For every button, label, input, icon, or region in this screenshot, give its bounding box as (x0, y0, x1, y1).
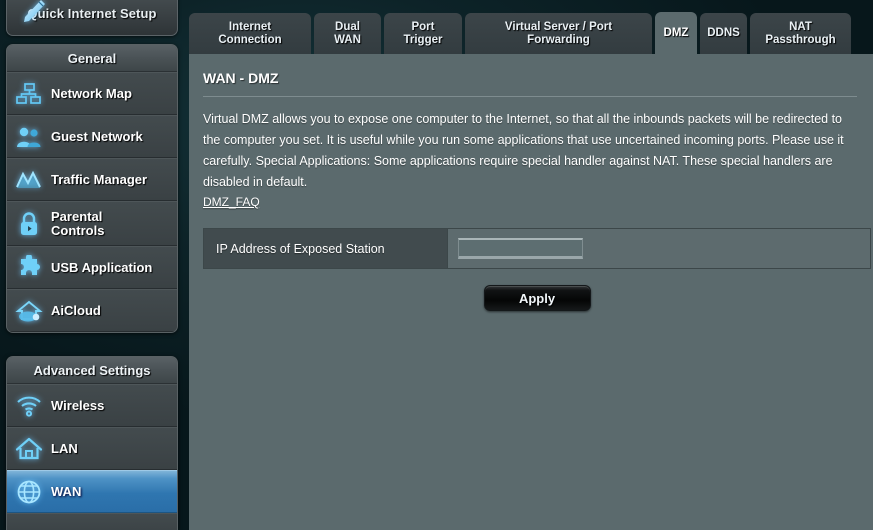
ip-address-input[interactable] (458, 238, 583, 259)
sidebar-group-advanced: Advanced Settings Wireless LAN WAN (6, 356, 178, 530)
sidebar-item-label: Network Map (51, 85, 132, 101)
sidebar-item-label: LAN (51, 440, 78, 456)
quick-internet-setup-button[interactable]: Quick Internet Setup (6, 0, 178, 36)
traffic-manager-icon (16, 170, 41, 188)
apply-row: Apply (203, 285, 871, 311)
wand-icon (24, 0, 45, 22)
page-title: WAN - DMZ (203, 70, 279, 86)
tab-label: Internet Connection (218, 20, 282, 46)
ip-address-value-cell (448, 229, 870, 268)
tab-label: DMZ (663, 26, 689, 39)
sidebar-item-label: USB Application (51, 259, 153, 275)
sidebar-item-label: Parental Controls (51, 208, 105, 238)
wifi-icon (17, 396, 41, 417)
sidebar-item-next-partial[interactable] (7, 513, 177, 530)
tab-dual-wan[interactable]: Dual WAN (314, 13, 381, 54)
sidebar-item-parental-controls[interactable]: Parental Controls (7, 201, 177, 246)
tab-dmz[interactable]: DMZ (655, 12, 697, 54)
puzzle-piece-icon (21, 255, 40, 275)
sidebar-group-header-advanced: Advanced Settings (7, 357, 177, 384)
sidebar-group-general: General Network Map Guest Network Traffi… (6, 44, 178, 333)
padlock-icon (21, 211, 37, 235)
sidebar-item-label: AiCloud (51, 302, 101, 318)
sidebar-item-label: Guest Network (51, 128, 143, 144)
sidebar-item-wireless[interactable]: Wireless (7, 384, 177, 427)
sidebar-item-aicloud[interactable]: AiCloud (7, 289, 177, 332)
cloud-house-icon (15, 300, 43, 321)
tab-ddns[interactable]: DDNS (700, 13, 747, 54)
tab-label: NAT Passthrough (765, 20, 836, 46)
tab-label: Dual WAN (334, 20, 361, 46)
tab-virtual-server-port-forwarding[interactable]: Virtual Server / Port Forwarding (465, 13, 652, 54)
network-map-icon (16, 82, 41, 104)
sidebar-item-label: Traffic Manager (51, 171, 148, 187)
sidebar-item-network-map[interactable]: Network Map (7, 72, 177, 115)
tab-label: DDNS (707, 27, 740, 39)
tab-label: Port Trigger (403, 20, 443, 46)
sidebar-item-usb-application[interactable]: USB Application (7, 246, 177, 289)
tab-label: Virtual Server / Port Forwarding (504, 20, 613, 46)
ip-address-label: IP Address of Exposed Station (216, 241, 385, 256)
title-divider (203, 96, 857, 97)
sidebar-item-label: Wireless (51, 397, 105, 413)
tab-bar: Internet Connection Dual WAN Port Trigge… (189, 12, 851, 54)
sidebar-group-header-general: General (7, 45, 177, 72)
sidebar-item-wan[interactable]: WAN (7, 470, 177, 513)
group-title-advanced: Advanced Settings (33, 362, 151, 378)
dmz-form: IP Address of Exposed Station (203, 228, 871, 269)
sidebar-item-traffic-manager[interactable]: Traffic Manager (7, 158, 177, 201)
sidebar: Quick Internet Setup General Network Map (0, 0, 184, 530)
sidebar-item-label: WAN (51, 483, 82, 499)
tab-internet-connection[interactable]: Internet Connection (189, 13, 311, 54)
guest-network-icon (17, 127, 41, 147)
sidebar-item-guest-network[interactable]: Guest Network (7, 115, 177, 158)
house-icon (15, 437, 43, 459)
globe-icon (17, 480, 41, 503)
content-panel: WAN - DMZ Virtual DMZ allows you to expo… (189, 54, 873, 530)
ip-address-label-cell: IP Address of Exposed Station (204, 229, 448, 268)
sidebar-item-lan[interactable]: LAN (7, 427, 177, 470)
router-admin-page: Quick Internet Setup General Network Map (0, 0, 873, 530)
apply-button[interactable]: Apply (483, 285, 591, 311)
tab-nat-passthrough[interactable]: NAT Passthrough (750, 13, 851, 54)
apply-button-label: Apply (518, 290, 556, 306)
dmz-faq-link[interactable]: DMZ_FAQ (203, 195, 260, 209)
page-description: Virtual DMZ allows you to expose one com… (203, 112, 844, 189)
group-title-general: General (67, 50, 117, 66)
tab-port-trigger[interactable]: Port Trigger (384, 13, 462, 54)
main-area: Internet Connection Dual WAN Port Trigge… (189, 0, 873, 530)
